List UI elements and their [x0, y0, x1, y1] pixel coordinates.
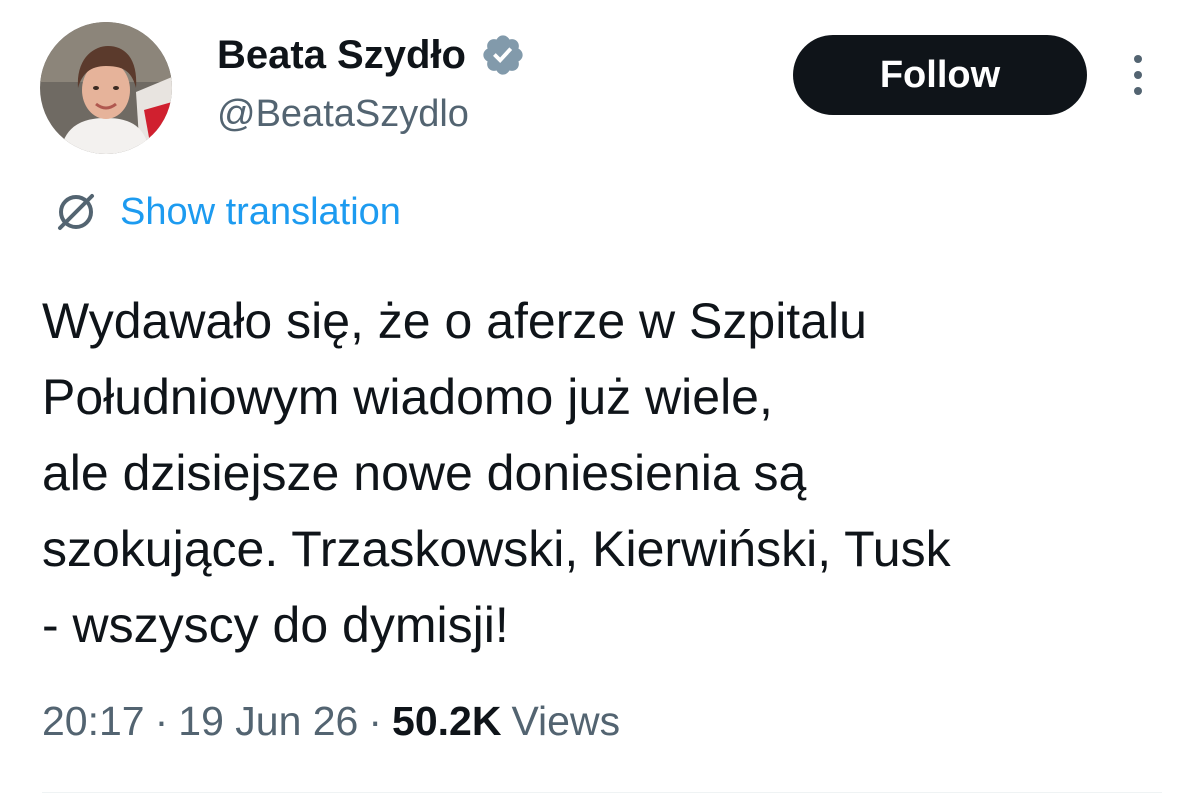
show-translation-link[interactable]: Show translation: [120, 190, 401, 234]
meta-separator: ·: [368, 698, 383, 744]
author-handle[interactable]: @BeataSzydlo: [217, 91, 469, 137]
author-display-name[interactable]: Beata Szydło: [217, 32, 466, 78]
views-count: 50.2K: [392, 698, 502, 744]
translation-row[interactable]: Show translation: [54, 190, 401, 234]
tweet-text-line: ale dzisiejsze nowe doniesienia są: [42, 445, 807, 501]
tweet-text-line: szokujące. Trzaskowski, Kierwiński, Tusk: [42, 521, 951, 577]
verified-badge-icon[interactable]: [480, 32, 526, 78]
tweet-text-line: - wszyscy do dymisji!: [42, 597, 509, 653]
tweet-meta: 20:17 · 19 Jun 26 · 50.2K Views: [42, 696, 620, 746]
divider: [42, 792, 1162, 793]
tweet-text-line: Południowym wiadomo już wiele,: [42, 369, 773, 425]
avatar[interactable]: [40, 22, 172, 154]
tweet-text: Wydawało się, że o aferze w Szpitalu Poł…: [42, 283, 1182, 663]
avatar-photo: [40, 22, 172, 154]
more-vertical-icon[interactable]: [1128, 52, 1148, 98]
tweet-time[interactable]: 20:17: [42, 698, 145, 744]
translate-icon: [54, 190, 98, 234]
tweet-text-line: Wydawało się, że o aferze w Szpitalu: [42, 293, 867, 349]
views-label: Views: [511, 698, 621, 744]
author-name-row[interactable]: Beata Szydło: [217, 32, 526, 78]
tweet-date[interactable]: 19 Jun 26: [178, 698, 358, 744]
meta-separator: ·: [154, 698, 169, 744]
follow-button[interactable]: Follow: [793, 35, 1087, 115]
